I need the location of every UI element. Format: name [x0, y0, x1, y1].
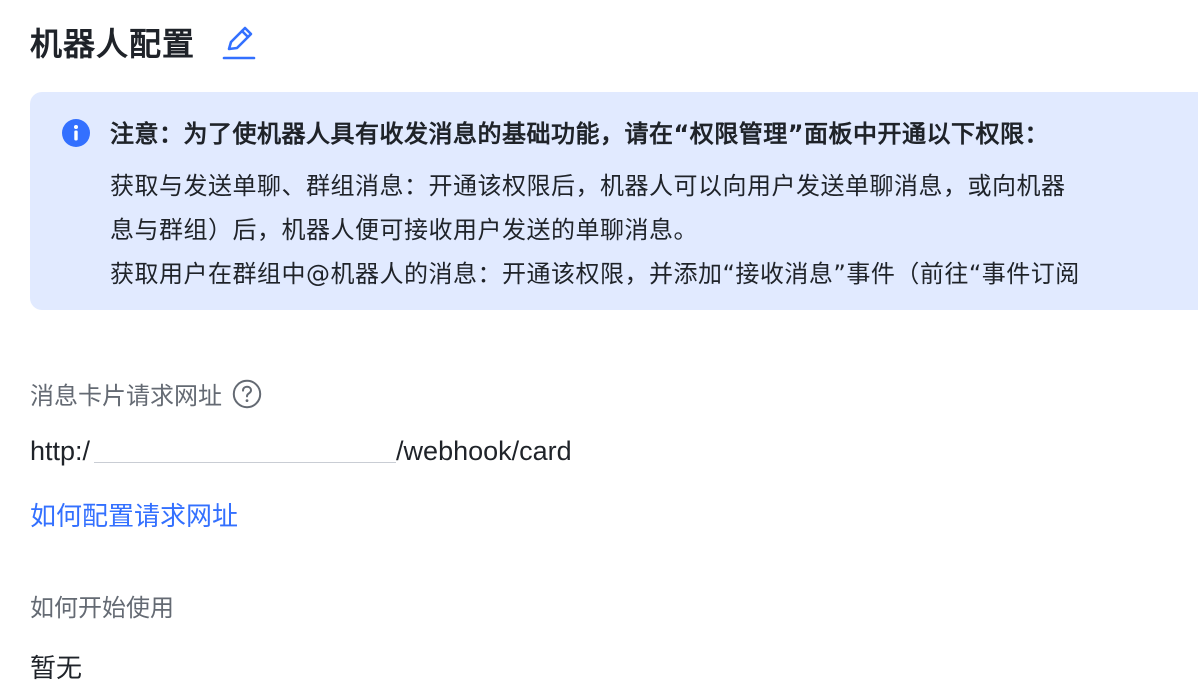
notice-line: 息与群组）后，机器人便可接收用户发送的单聊消息。 — [110, 216, 698, 244]
page-title: 机器人配置 — [30, 25, 196, 63]
card-url-label: 消息卡片请求网址 — [30, 382, 222, 410]
question-circle-icon[interactable] — [232, 379, 262, 409]
card-url-label-row: 消息卡片请求网址 — [30, 376, 262, 411]
title-row: 机器人配置 — [30, 18, 257, 66]
permission-notice: 注意：为了使机器人具有收发消息的基础功能，请在“权限管理”面板中开通以下权限： … — [30, 92, 1198, 310]
url-redacted-host — [90, 437, 397, 467]
card-url-value: http:/ /webhook/card — [30, 436, 572, 467]
info-icon — [62, 119, 90, 147]
url-prefix: http:/ — [30, 436, 91, 466]
getting-started-label: 如何开始使用 — [30, 594, 174, 622]
how-to-configure-url-link[interactable]: 如何配置请求网址 — [30, 496, 238, 533]
notice-title: 注意：为了使机器人具有收发消息的基础功能，请在“权限管理”面板中开通以下权限： — [110, 120, 1050, 148]
getting-started-value: 暂无 — [30, 654, 83, 684]
notice-line: 获取用户在群组中@机器人的消息：开通该权限，并添加“接收消息”事件（前往“事件订… — [110, 260, 1080, 288]
notice-line: 获取与发送单聊、群组消息：开通该权限后，机器人可以向用户发送单聊消息，或向机器 — [110, 172, 1066, 200]
url-suffix: /webhook/card — [396, 436, 572, 466]
edit-pencil-icon[interactable] — [221, 22, 257, 62]
bot-config-page: 机器人配置 注意：为了使机器人具有收发消息的基础功能，请在“权限管理”面板中开通… — [0, 0, 1198, 696]
